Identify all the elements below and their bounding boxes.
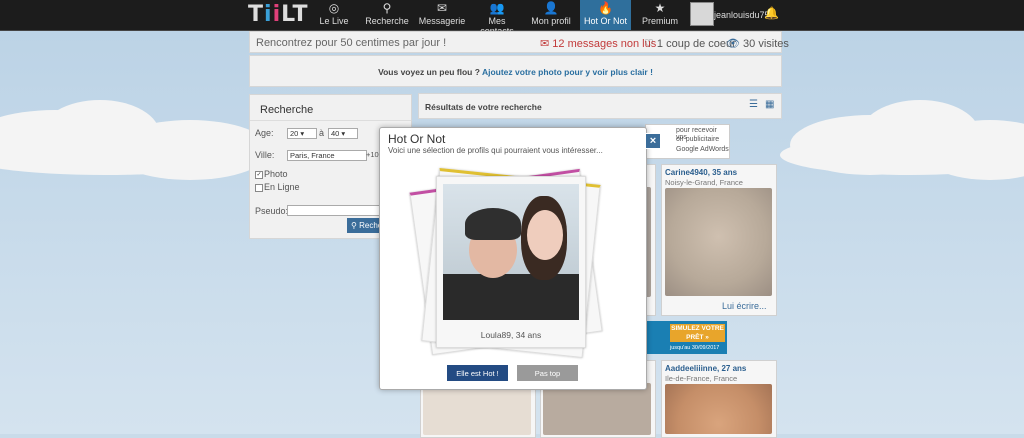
results-header: Résultats de votre recherche ☰ ▦ xyxy=(418,93,782,119)
messages-link[interactable]: ✉ 12 messages non lus xyxy=(540,37,656,50)
profile-caption: Loula89, 34 ans xyxy=(480,330,542,340)
profile-location: Noisy-le-Grand, France xyxy=(665,178,743,187)
photo-promo-banner: Vous voyez un peu flou ? Ajoutez votre p… xyxy=(249,55,782,87)
not-button[interactable]: Pas top xyxy=(517,365,578,381)
search-icon: ⚲ xyxy=(382,1,392,15)
likes-link[interactable]: ♡ 1 coup de coeur xyxy=(644,37,736,50)
write-link[interactable]: Lui écrire... xyxy=(722,301,767,311)
photo-checkbox[interactable]: ✓ xyxy=(255,171,263,179)
modal-subtitle: Voici une sélection de profils qui pourr… xyxy=(388,146,603,155)
contacts-icon: 👥 xyxy=(489,1,505,15)
city-input[interactable]: Paris, France xyxy=(287,150,367,161)
eye-icon: 👁 xyxy=(726,38,744,50)
loan-ad[interactable]: SIMULEZ VOTRE PRÊT » jusqu'au 30/09/2017 xyxy=(645,321,727,354)
online-checkbox[interactable] xyxy=(255,184,263,192)
profile-name[interactable]: Aaddeeliiinne, 27 ans xyxy=(665,364,746,373)
nav-recherche[interactable]: ⚲ Recherche xyxy=(364,0,410,30)
site-logo[interactable]: TiiLT xyxy=(248,2,309,27)
envelope-icon: ✉ xyxy=(436,1,448,15)
nav-messagerie[interactable]: ✉ Messagerie xyxy=(418,0,466,30)
online-label: En Ligne xyxy=(264,182,300,192)
nav-mes-contacts[interactable]: 👥 Mes contacts xyxy=(472,0,522,36)
list-view-icon[interactable]: ☰ xyxy=(749,99,758,110)
nav-premium[interactable]: ★ Premium xyxy=(638,0,682,30)
divider xyxy=(250,120,411,121)
radius-select[interactable]: +10 xyxy=(366,150,379,159)
bell-icon[interactable]: 🔔 xyxy=(764,6,779,20)
results-title: Résultats de votre recherche xyxy=(425,102,542,112)
avatar xyxy=(690,2,714,26)
age-label: Age: xyxy=(255,128,274,138)
profile-card[interactable]: Carine4940, 35 ans Noisy-le-Grand, Franc… xyxy=(661,164,777,316)
search-title: Recherche xyxy=(260,104,314,116)
age-to-select[interactable]: 40 ▾ xyxy=(328,128,358,139)
username: jeanlouisdu75 xyxy=(714,10,770,20)
photo-label: Photo xyxy=(264,169,288,179)
top-nav-bar: TiiLT ◎ Le Live ⚲ Recherche ✉ Messagerie… xyxy=(0,0,1024,36)
profile-name[interactable]: Carine4940, 35 ans xyxy=(665,168,737,177)
profile-photo[interactable] xyxy=(665,384,772,434)
visits-link[interactable]: 👁 30 visites xyxy=(726,37,789,50)
add-photo-link[interactable]: Ajoutez votre photo pour y voir plus cla… xyxy=(482,67,653,77)
grid-view-icon[interactable]: ▦ xyxy=(765,99,774,110)
target-icon: ◎ xyxy=(328,1,340,15)
hot-button[interactable]: Elle est Hot ! xyxy=(447,365,508,381)
nav-le-live[interactable]: ◎ Le Live xyxy=(312,0,356,30)
promo-question: Vous voyez un peu flou ? xyxy=(378,67,480,77)
profile-photo[interactable] xyxy=(443,184,579,320)
close-button[interactable]: × xyxy=(645,133,661,149)
heart-icon: ♡ xyxy=(644,38,657,50)
city-label: Ville: xyxy=(255,150,275,160)
age-from-select[interactable]: 20 ▾ xyxy=(287,128,317,139)
info-bar: Rencontrez pour 50 centimes par jour ! ✉… xyxy=(249,31,789,53)
search-icon: ⚲ xyxy=(351,221,360,230)
user-icon: 👤 xyxy=(543,1,559,15)
flame-icon: 🔥 xyxy=(598,1,613,15)
nav-hot-or-not[interactable]: 🔥 Hot Or Not xyxy=(580,0,631,30)
pseudo-label: Pseudo: xyxy=(255,206,289,216)
envelope-icon: ✉ xyxy=(540,38,553,50)
profile-card[interactable]: Aaddeeliiinne, 27 ans Ile-de-France, Fra… xyxy=(661,360,777,438)
promo-text[interactable]: Rencontrez pour 50 centimes par jour ! xyxy=(256,37,446,49)
loan-ad-cta: SIMULEZ VOTRE PRÊT » xyxy=(670,324,725,342)
star-icon: ★ xyxy=(654,1,666,15)
profile-photo[interactable] xyxy=(665,188,772,296)
nav-mon-profil[interactable]: 👤 Mon profil xyxy=(529,0,573,30)
photo-stack-front xyxy=(436,176,586,348)
modal-title: Hot Or Not xyxy=(388,132,446,146)
age-to-label: à xyxy=(319,128,325,138)
profile-location: Ile-de-France, France xyxy=(665,374,738,383)
